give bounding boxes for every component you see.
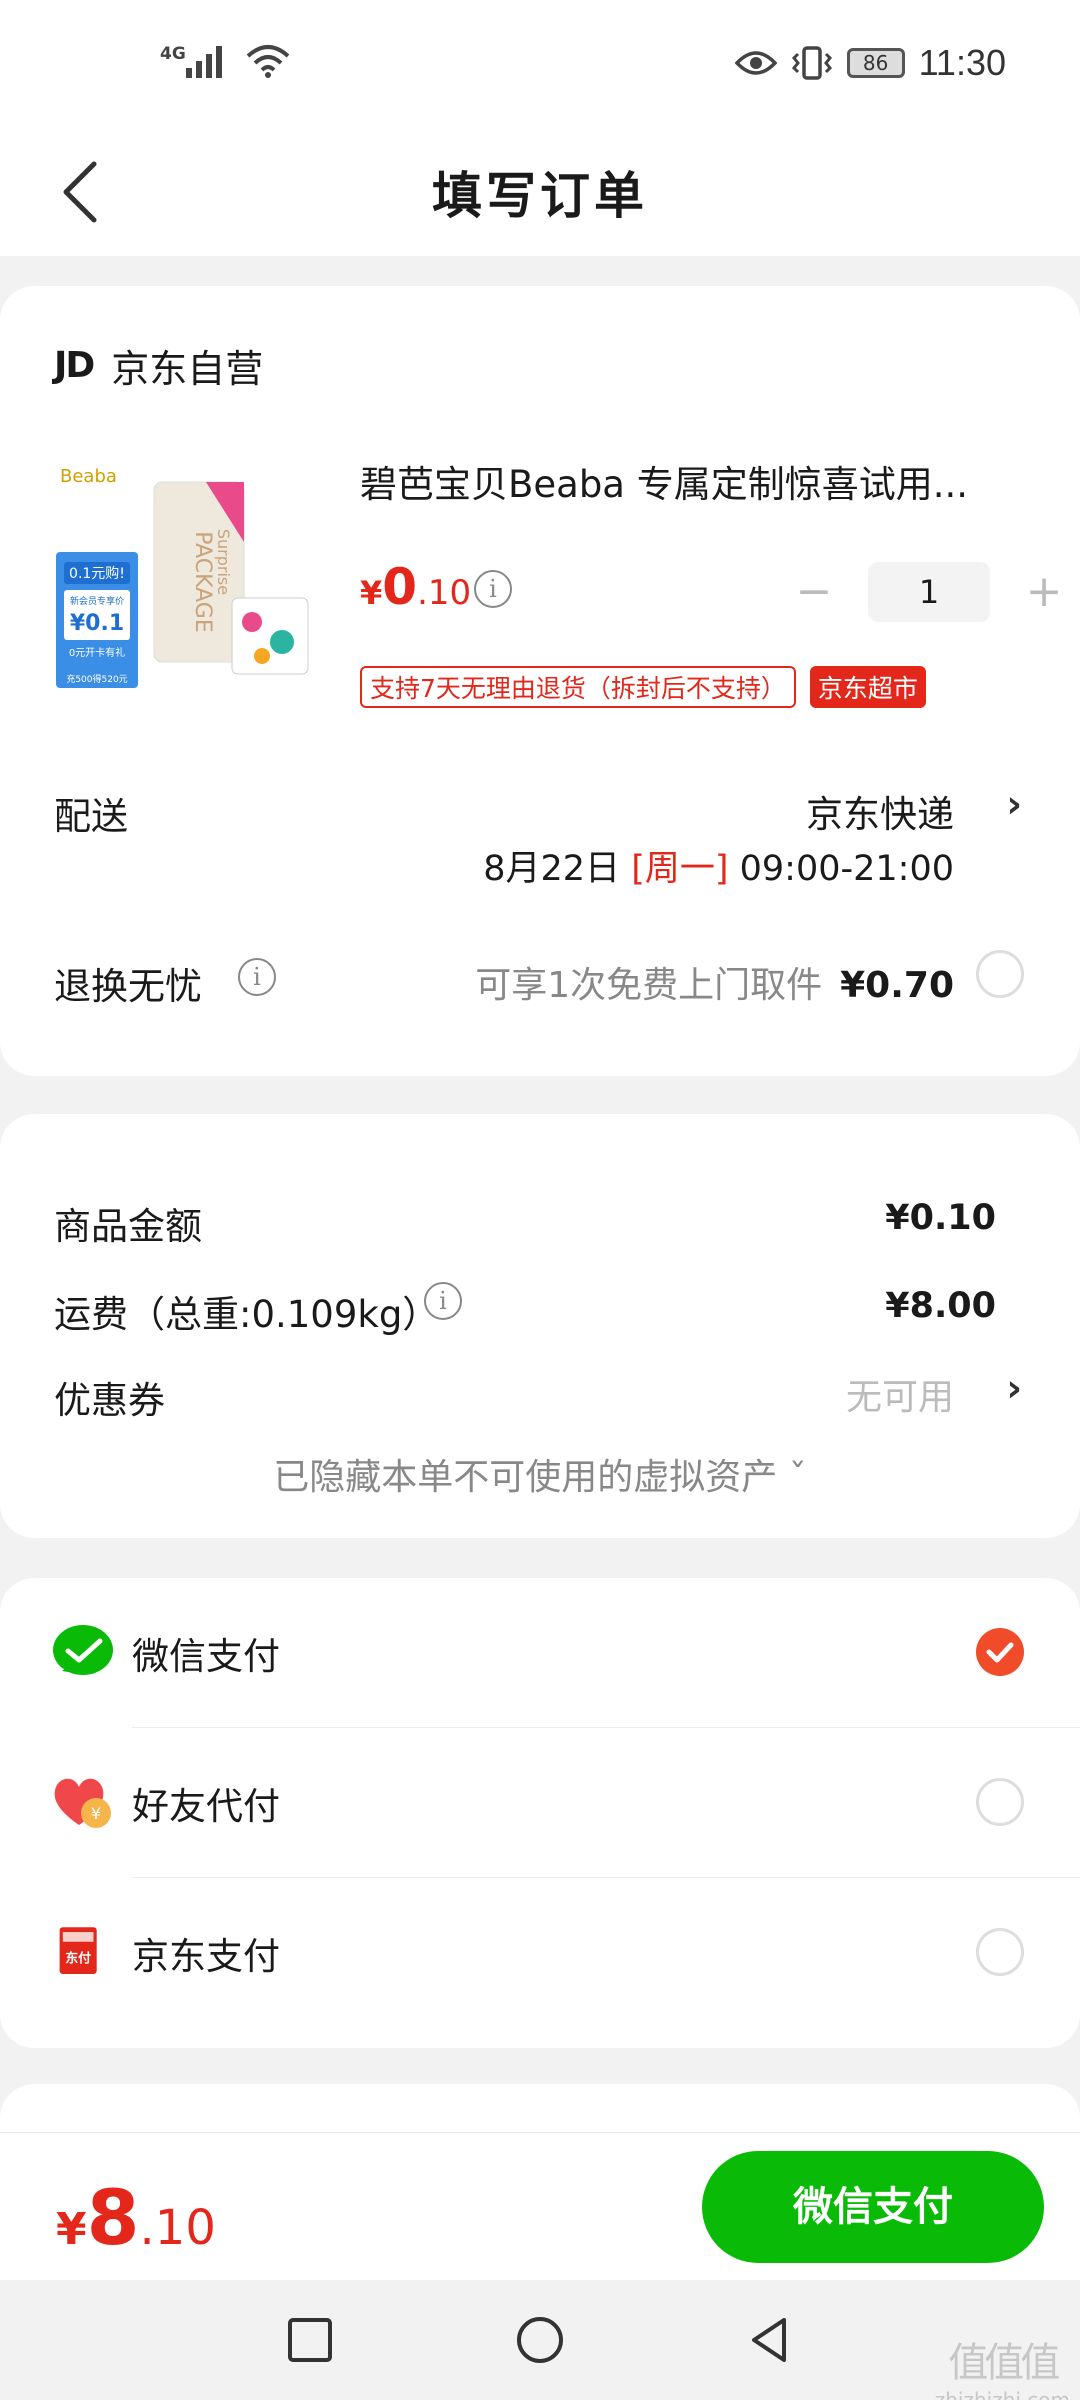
recents-square-icon[interactable] <box>280 2310 340 2370</box>
clock: 11:30 <box>918 42 1006 83</box>
payment-radio-friend[interactable] <box>976 1778 1024 1826</box>
freight-info-icon[interactable]: i <box>424 1282 462 1320</box>
delivery-weekday: [周一] <box>631 849 729 889</box>
jd-pay-icon: 东付 <box>59 1927 97 1974</box>
increment-button[interactable]: + <box>1012 564 1076 620</box>
svg-text:¥: ¥ <box>91 1804 101 1823</box>
chevron-right-icon[interactable]: › <box>1006 1366 1022 1410</box>
coupon-label: 优惠券 <box>54 1379 165 1422</box>
promo-price: ¥0.1 <box>70 611 124 636</box>
coupon-value[interactable]: 无可用 <box>846 1368 954 1420</box>
watermark-glyph: 值值值 <box>948 2340 1060 2386</box>
shop-header: JD 京东自营 <box>54 338 263 393</box>
total-decimal: .10 <box>139 2200 216 2256</box>
return-service-desc: 可享1次免费上门取件 ¥0.70 <box>475 956 954 1008</box>
surprise-text: Surprise <box>214 529 233 595</box>
brand-text: Beaba <box>60 466 117 487</box>
price-currency: ¥ <box>360 574 383 612</box>
status-right: 86 11:30 <box>734 42 1006 84</box>
friend-pay-heart-icon: ¥ <box>54 1778 111 1828</box>
payment-label-jd: 京东支付 <box>132 1935 280 1978</box>
order-total: ¥ 8 .10 <box>56 2173 216 2262</box>
price-decimal: .10 <box>417 573 472 613</box>
payment-option-friend[interactable]: ¥ 好友代付 <box>0 1728 1080 1878</box>
payment-radio-wechat-selected[interactable] <box>976 1628 1024 1676</box>
return-service-radio[interactable] <box>976 950 1024 998</box>
shop-name: 京东自营 <box>111 347 264 391</box>
watermark: 值值值 zhizhizhi.com <box>935 2330 1070 2400</box>
total-currency: ¥ <box>56 2204 87 2255</box>
payment-radio-jd[interactable] <box>976 1928 1024 1976</box>
network-type-label: 4G <box>160 44 186 64</box>
payment-label-friend: 好友代付 <box>132 1785 280 1828</box>
payment-option-wechat[interactable]: 微信支付 <box>0 1578 1080 1728</box>
payment-option-jd[interactable]: 东付 京东支付 <box>0 1878 1080 2028</box>
delivery-method[interactable]: 京东快递 <box>806 784 954 838</box>
promo-bottom: 充500得520元 <box>66 673 127 685</box>
wifi-icon <box>246 45 290 78</box>
freight-label: 运费（总重:0.109kg） <box>54 1293 440 1336</box>
total-integer: 8 <box>86 2173 140 2262</box>
return-service-price: ¥0.70 <box>840 965 954 1006</box>
header: 填写订单 <box>0 130 1080 256</box>
delivery-date: 8月22日 <box>483 849 621 889</box>
battery-indicator: 86 <box>846 48 905 78</box>
product-price: ¥ 0 .10 <box>360 558 471 616</box>
product-image[interactable]: Beaba 0.1元购! 新会员专享价 ¥0.1 0元开卡有礼 充500得520… <box>56 452 320 712</box>
delivery-time[interactable]: 8月22日 [周一] 09:00-21:00 <box>483 840 954 891</box>
promo-sub: 新会员专享价 <box>70 595 124 607</box>
hidden-assets-toggle[interactable]: 已隐藏本单不可使用的虚拟资产 ˇ <box>0 1448 1080 1500</box>
amount-summary-card: 商品金额 ¥0.10 运费（总重:0.109kg） i ¥8.00 优惠券 无可… <box>0 1114 1080 1538</box>
eye-icon <box>734 51 777 75</box>
signal-group: 4G <box>160 44 290 78</box>
vibrate-icon <box>791 46 832 80</box>
decrement-button[interactable]: − <box>782 564 846 620</box>
return-service-label: 退换无忧 <box>54 965 202 1008</box>
svg-text:东付: 东付 <box>65 1951 91 1967</box>
check-icon <box>986 1642 1014 1663</box>
goods-amount-label: 商品金额 <box>54 1205 202 1248</box>
product-tags: 支持7天无理由退货（拆封后不支持） 京东超市 <box>360 666 926 708</box>
payment-label-wechat: 微信支付 <box>132 1635 280 1678</box>
submit-pay-button[interactable]: 微信支付 <box>702 2151 1044 2263</box>
return-info-icon[interactable]: i <box>238 958 276 996</box>
delivery-label: 配送 <box>54 795 128 838</box>
quantity-value[interactable]: 1 <box>868 562 990 622</box>
jd-logo: JD <box>54 345 95 386</box>
supermarket-tag: 京东超市 <box>809 666 926 708</box>
promo-note: 0元开卡有礼 <box>69 646 125 659</box>
product-name[interactable]: 碧芭宝贝Beaba 专属定制惊喜试用... <box>360 454 1000 508</box>
checkout-bar: ¥ 8 .10 微信支付 <box>0 2132 1080 2280</box>
back-triangle-icon[interactable] <box>740 2310 800 2370</box>
cellular-signal-icon <box>185 46 222 78</box>
return-policy-tag: 支持7天无理由退货（拆封后不支持） <box>360 666 796 708</box>
quantity-stepper: − 1 + <box>782 562 1076 622</box>
order-item-card: JD 京东自营 Beaba 0.1元购! 新会员专享价 ¥0.1 0元开卡有礼 … <box>0 286 1080 1076</box>
price-info-icon[interactable]: i <box>474 570 512 608</box>
home-circle-icon[interactable] <box>510 2310 570 2370</box>
system-nav-bar <box>0 2280 1080 2400</box>
page-title: 填写订单 <box>432 167 648 225</box>
wechat-pay-icon <box>53 1625 113 1675</box>
delivery-window: 09:00-21:00 <box>739 849 954 889</box>
payment-methods-card: 微信支付 ¥ 好友代付 东付 京东支付 <box>0 1578 1080 2048</box>
chevron-right-icon[interactable]: › <box>1006 782 1022 826</box>
return-service-text: 可享1次免费上门取件 <box>475 965 823 1006</box>
promo-title: 0.1元购! <box>69 566 125 582</box>
watermark-site: zhizhizhi.com <box>934 2388 1070 2400</box>
goods-amount-value: ¥0.10 <box>885 1198 996 1238</box>
freight-value: ¥8.00 <box>885 1286 996 1326</box>
price-integer: 0 <box>382 558 418 616</box>
status-bar: 4G 86 11:30 <box>0 0 1080 130</box>
product-illustration: Beaba 0.1元购! 新会员专享价 ¥0.1 0元开卡有礼 充500得520… <box>56 452 320 712</box>
package-text: PACKAGE <box>190 531 215 633</box>
